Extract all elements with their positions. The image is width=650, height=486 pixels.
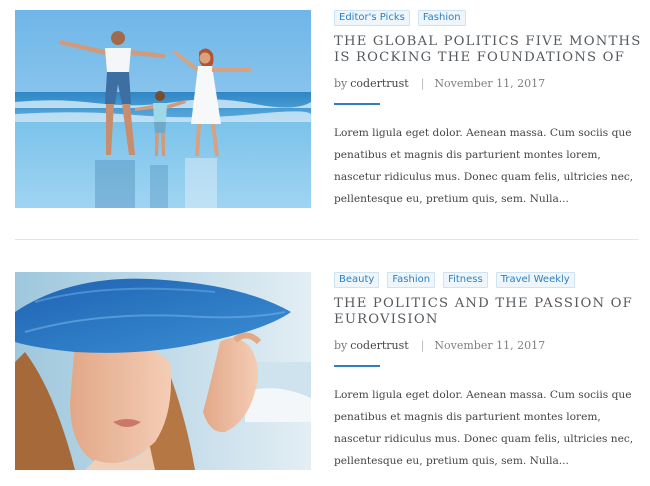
post-content: Beauty Fashion Fitness Travel Weekly THE… bbox=[334, 272, 644, 483]
author-link[interactable]: codertrust bbox=[350, 77, 408, 90]
post-meta: by codertrust | November 11, 2017 bbox=[334, 75, 644, 91]
accent-divider bbox=[334, 365, 380, 367]
post-excerpt: Lorem ligula eget dolor. Aenean massa. C… bbox=[334, 389, 634, 467]
post-divider bbox=[15, 239, 638, 240]
post-date: November 11, 2017 bbox=[434, 338, 546, 352]
tag-fashion[interactable]: Fashion bbox=[387, 272, 436, 288]
tag-fitness[interactable]: Fitness bbox=[443, 272, 488, 288]
meta-separator: | bbox=[420, 338, 425, 352]
tag-fashion[interactable]: Fashion bbox=[417, 10, 466, 26]
post-tags: Beauty Fashion Fitness Travel Weekly bbox=[334, 272, 644, 288]
accent-divider bbox=[334, 103, 380, 105]
post-thumbnail-link[interactable] bbox=[15, 272, 311, 470]
post-meta: by codertrust | November 11, 2017 bbox=[334, 337, 644, 353]
family-beach-image bbox=[15, 10, 311, 208]
author-link[interactable]: codertrust bbox=[350, 339, 408, 352]
post-item: Beauty Fashion Fitness Travel Weekly THE… bbox=[15, 272, 638, 470]
post-tags: Editor's Picks Fashion bbox=[334, 10, 644, 26]
by-label: by bbox=[334, 338, 348, 352]
tag-travel-weekly[interactable]: Travel Weekly bbox=[495, 272, 575, 288]
post-thumbnail-link[interactable] bbox=[15, 10, 311, 208]
post-title[interactable]: THE GLOBAL POLITICS FIVE MONTHS IS ROCKI… bbox=[334, 34, 644, 66]
post-excerpt: Lorem ligula eget dolor. Aenean massa. C… bbox=[334, 127, 634, 205]
tag-beauty[interactable]: Beauty bbox=[334, 272, 380, 288]
by-label: by bbox=[334, 76, 348, 90]
post-title[interactable]: THE POLITICS AND THE PASSION OF EUROVISI… bbox=[334, 296, 644, 328]
post-item: Editor's Picks Fashion THE GLOBAL POLITI… bbox=[15, 10, 640, 208]
meta-separator: | bbox=[420, 76, 425, 90]
post-content: Editor's Picks Fashion THE GLOBAL POLITI… bbox=[334, 10, 644, 221]
woman-blue-hat-image bbox=[15, 272, 311, 470]
post-date: November 11, 2017 bbox=[434, 76, 546, 90]
tag-editors-picks[interactable]: Editor's Picks bbox=[334, 10, 410, 26]
